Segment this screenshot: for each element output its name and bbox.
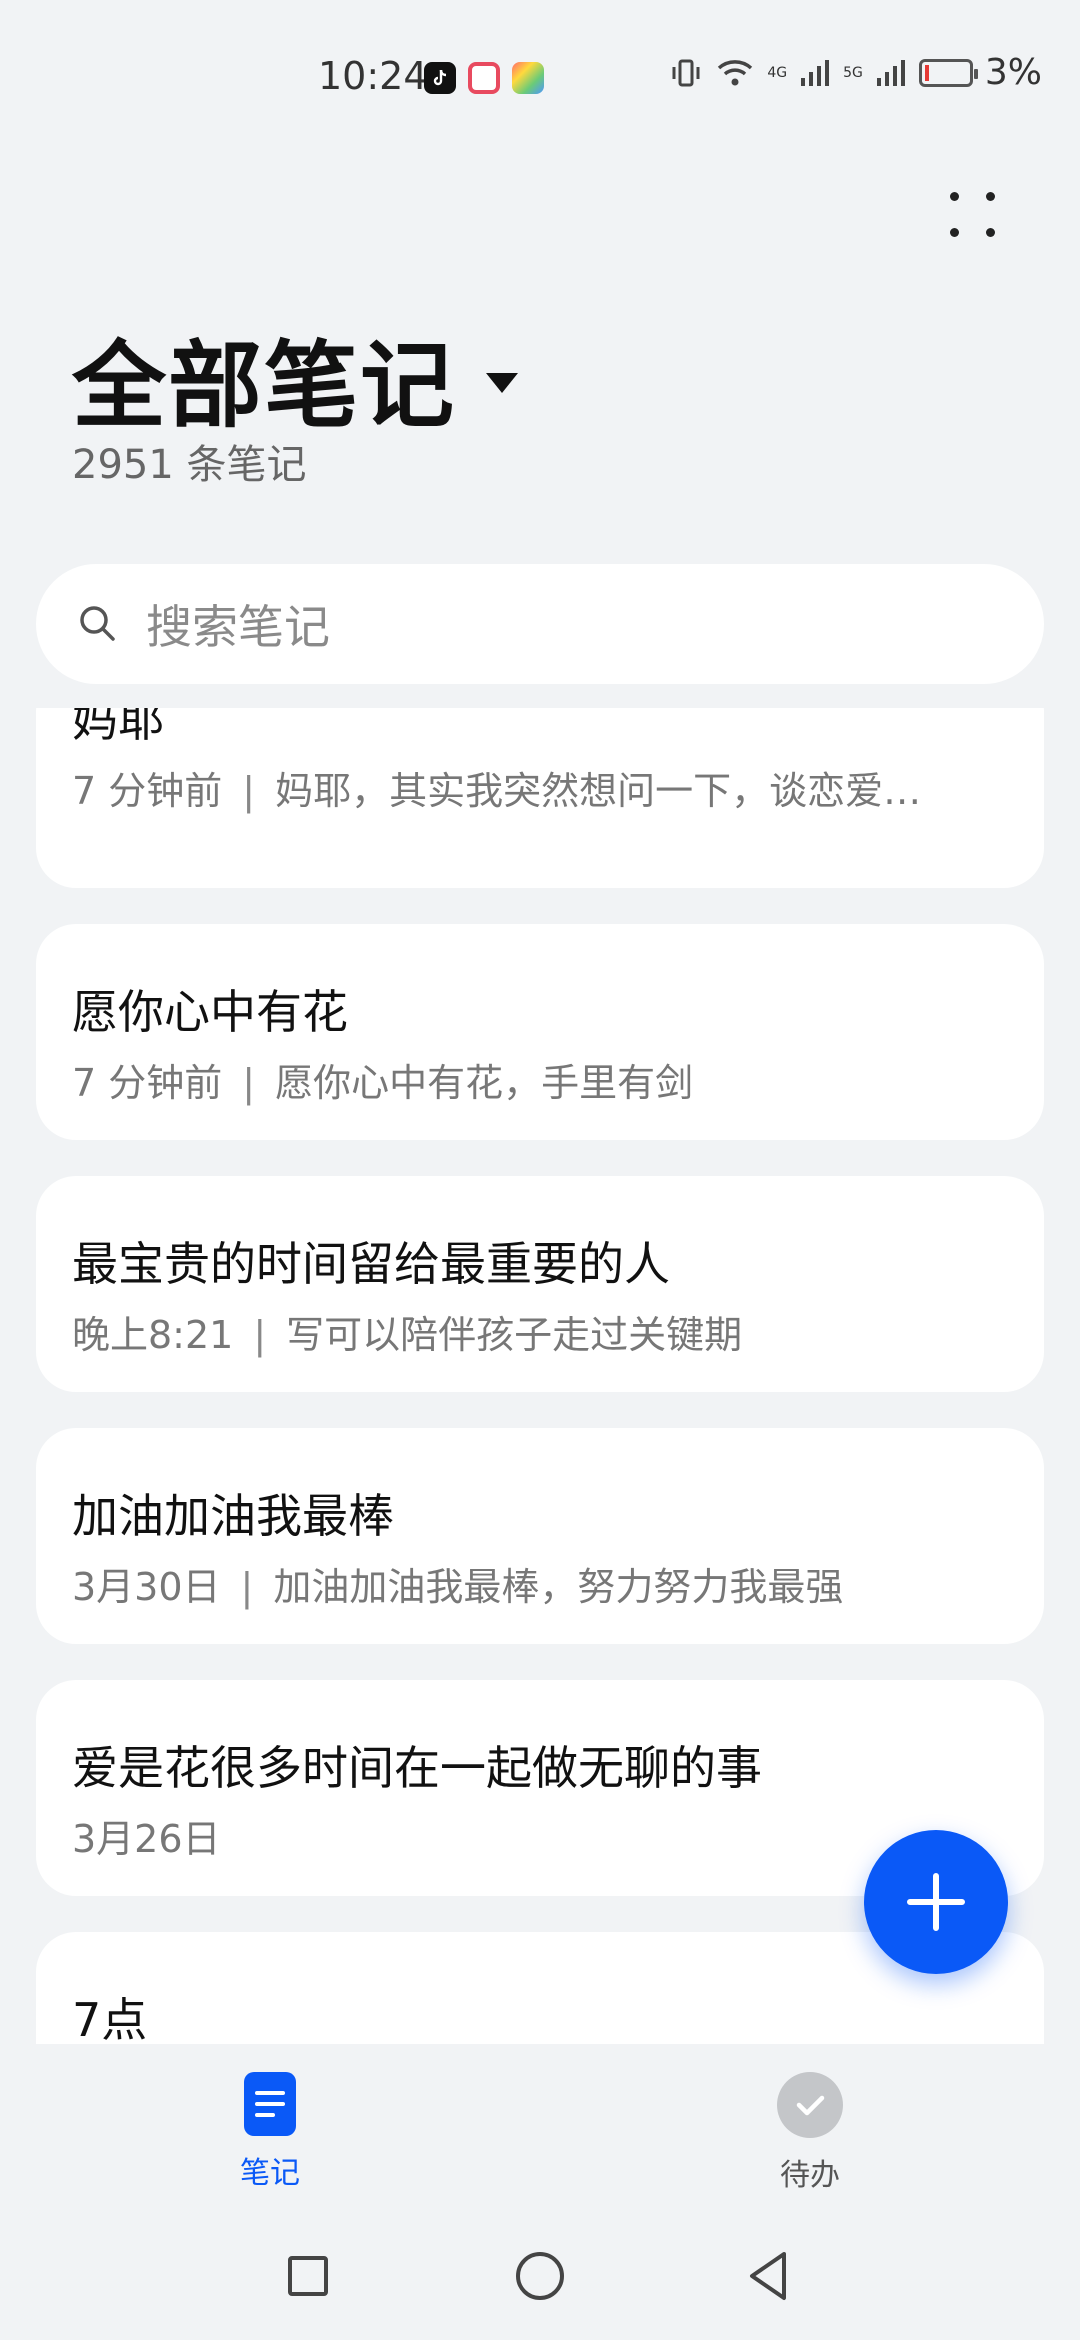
back-button[interactable] xyxy=(744,2248,794,2304)
dot xyxy=(950,192,959,201)
network-b-label: 5G xyxy=(843,64,863,81)
separator: | xyxy=(242,769,256,813)
dot xyxy=(986,228,995,237)
more-options-button[interactable] xyxy=(940,182,1006,248)
signal-icon xyxy=(876,59,905,86)
status-indicators: 4G 5G 3% xyxy=(669,52,1042,93)
separator: | xyxy=(242,1061,256,1105)
tab-notes-label: 笔记 xyxy=(240,2156,300,2191)
check-icon xyxy=(777,2072,843,2138)
note-title: 加油加油我最棒 xyxy=(72,1489,394,1543)
system-navigation-bar xyxy=(0,2214,1080,2340)
note-meta: 7 分钟前 | 愿你心中有花，手里有剑 xyxy=(72,1052,1008,1107)
search-bar[interactable]: 搜索笔记 xyxy=(36,564,1044,684)
note-card[interactable]: 最宝贵的时间留给最重要的人 晚上8:21 | 写可以陪伴孩子走过关键期 xyxy=(36,1176,1044,1392)
recent-apps-button[interactable] xyxy=(288,2256,328,2296)
tiktok-icon xyxy=(424,62,456,94)
dot xyxy=(950,228,959,237)
signal-icon xyxy=(801,59,830,86)
note-meta: 3月26日 xyxy=(72,1808,1008,1863)
note-title: 妈耶 xyxy=(72,708,164,747)
separator: | xyxy=(240,1565,254,1609)
note-meta: 晚上8:21 | 写可以陪伴孩子走过关键期 xyxy=(72,1304,1008,1359)
vibrate-icon xyxy=(672,59,700,86)
note-preview: 写可以陪伴孩子走过关键期 xyxy=(286,1313,743,1357)
separator: | xyxy=(253,1313,267,1357)
note-preview: 加油加油我最棒，努力努力我最强 xyxy=(273,1565,844,1609)
note-time: 7 分钟前 xyxy=(72,1061,223,1105)
caret-down-icon xyxy=(486,373,519,393)
note-title: 7点 xyxy=(72,1993,148,2044)
note-time: 3月26日 xyxy=(72,1817,221,1861)
note-title: 愿你心中有花 xyxy=(72,985,348,1039)
note-time: 7 分钟前 xyxy=(72,769,223,813)
note-preview: 妈耶，其实我突然想问一下，谈恋爱… xyxy=(275,769,922,813)
tab-notes[interactable]: 笔记 xyxy=(170,2072,370,2192)
status-time: 10:24 xyxy=(318,54,428,98)
add-note-button[interactable] xyxy=(864,1830,1008,1974)
folder-selector[interactable]: 全部笔记 xyxy=(72,310,519,446)
status-bar: 10:24 4G 5G 3% xyxy=(0,0,1080,160)
wifi-icon xyxy=(718,59,753,85)
colorful-app-icon xyxy=(512,62,544,94)
note-preview: 愿你心中有花，手里有剑 xyxy=(275,1061,694,1105)
note-card[interactable]: 加油加油我最棒 3月30日 | 加油加油我最棒，努力努力我最强 xyxy=(36,1428,1044,1644)
dot xyxy=(986,192,995,201)
note-time: 晚上8:21 xyxy=(72,1313,234,1357)
note-card[interactable]: 愿你心中有花 7 分钟前 | 愿你心中有花，手里有剑 xyxy=(36,924,1044,1140)
battery-percent: 3% xyxy=(984,52,1042,93)
home-button[interactable] xyxy=(516,2252,564,2300)
note-count: 2951 条笔记 xyxy=(72,442,307,488)
status-app-icons xyxy=(424,62,544,94)
plus-icon xyxy=(907,1873,965,1931)
page-title: 全部笔记 xyxy=(72,332,457,441)
note-meta: 7 分钟前 | 妈耶，其实我突然想问一下，谈恋爱… xyxy=(72,760,1008,815)
battery-icon xyxy=(918,58,978,87)
note-meta: 3月30日 | 加油加油我最棒，努力努力我最强 xyxy=(72,1556,1008,1611)
note-card[interactable]: 妈耶 7 分钟前 | 妈耶，其实我突然想问一下，谈恋爱… xyxy=(36,708,1044,888)
note-title: 最宝贵的时间留给最重要的人 xyxy=(72,1237,670,1291)
search-icon xyxy=(80,606,115,641)
note-time: 3月30日 xyxy=(72,1565,221,1609)
note-title: 爱是花很多时间在一起做无聊的事 xyxy=(72,1741,762,1795)
bottom-tab-bar: 笔记 待办 xyxy=(0,2044,1080,2214)
tab-todo-label: 待办 xyxy=(780,2158,840,2193)
tab-todo[interactable]: 待办 xyxy=(710,2072,910,2194)
note-icon xyxy=(244,2072,296,2136)
network-a-label: 4G xyxy=(767,64,788,81)
search-placeholder: 搜索笔记 xyxy=(146,600,330,654)
book-app-icon xyxy=(468,62,500,94)
